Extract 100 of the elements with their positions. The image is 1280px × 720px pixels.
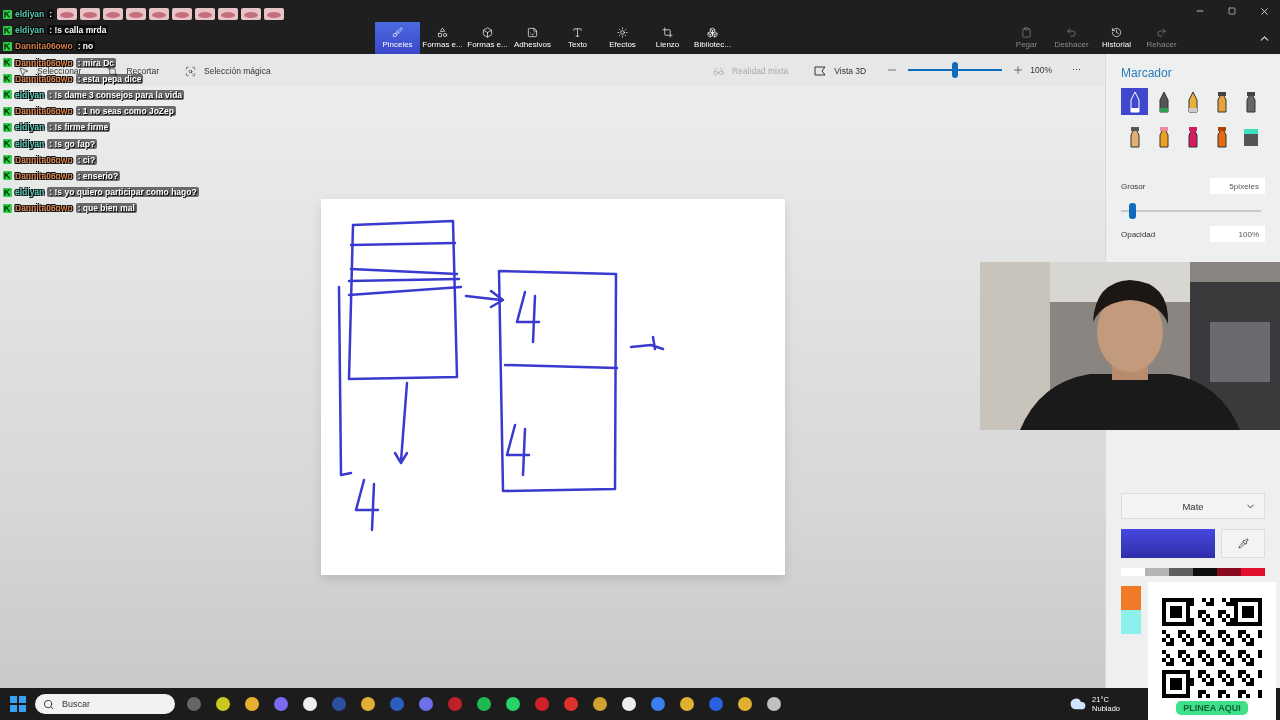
- chat-message: : !s yo quiero participar como hago?: [47, 187, 199, 198]
- app-icon[interactable]: [766, 696, 782, 712]
- app-icon[interactable]: [244, 696, 260, 712]
- palette-swatch[interactable]: [1121, 568, 1145, 576]
- chat-message: : no: [75, 41, 96, 52]
- ribbon-tab[interactable]: Lienzo: [645, 22, 690, 54]
- flag-icon: [814, 66, 827, 76]
- palette-swatch[interactable]: [1145, 568, 1169, 576]
- app-icon[interactable]: [621, 696, 637, 712]
- palette-swatch[interactable]: [1121, 586, 1141, 610]
- magic-select-icon: [185, 65, 196, 77]
- emote-icon: [195, 8, 216, 20]
- restore-icon: [1228, 7, 1236, 15]
- chat-username: Dannita06owo: [15, 106, 73, 117]
- emote-icon: [172, 8, 193, 20]
- badge-icon: [3, 203, 12, 213]
- palette-swatch[interactable]: [1169, 568, 1193, 576]
- search-field[interactable]: Buscar: [60, 698, 164, 710]
- badge-icon: [3, 106, 12, 116]
- thickness-field[interactable]: 5píxeles: [1210, 178, 1265, 194]
- select-tool-button[interactable]: Recortar: [101, 66, 165, 76]
- chat-username: Dannita06owo: [15, 57, 73, 68]
- badge-icon: [3, 187, 12, 197]
- chat-username: Dannita06owo: [15, 41, 73, 52]
- clipboard-icon: [1021, 27, 1032, 38]
- cubes-icon: [707, 27, 718, 38]
- ribbon-tab[interactable]: Formas e...: [420, 22, 465, 54]
- palette-swatch[interactable]: [1241, 568, 1265, 576]
- search-box[interactable]: Buscar: [35, 694, 175, 714]
- chat-message: : esta pepa dice: [75, 73, 144, 84]
- badge-icon: [3, 90, 12, 100]
- chat-username: eldiyan: [15, 122, 45, 133]
- sticker-icon: [527, 27, 538, 38]
- emote-icon: [218, 8, 239, 20]
- zoom-in-icon[interactable]: [1012, 64, 1025, 76]
- ribbon-tab[interactable]: Bibliotec...: [690, 22, 735, 54]
- more-button[interactable]: ⋯: [1072, 65, 1081, 75]
- app-icon[interactable]: [737, 696, 753, 712]
- brush-icon: [392, 27, 403, 38]
- emote-icon: [103, 8, 124, 20]
- ribbon-action-button[interactable]: Historial: [1094, 22, 1139, 54]
- chat-message: : que bien mal: [75, 203, 137, 214]
- palette-swatch[interactable]: [1193, 568, 1217, 576]
- chat-message: : !s firme firme: [47, 122, 111, 133]
- badge-icon: [3, 25, 12, 35]
- brush-option[interactable]: [1121, 88, 1148, 115]
- chat-message: :: [47, 9, 55, 19]
- app-icon[interactable]: [505, 696, 521, 712]
- cloud-icon: [1070, 696, 1087, 712]
- current-color-swatch[interactable]: [1121, 529, 1215, 558]
- chat-username: eldiyan: [15, 25, 45, 36]
- emote-icon: [241, 8, 262, 20]
- chat-message: : ci?: [75, 154, 98, 165]
- chat-username: Dannita06owo: [15, 170, 73, 181]
- app-icon[interactable]: [592, 696, 608, 712]
- emote-icon: [57, 8, 78, 20]
- ribbon-tab[interactable]: Formas e...: [465, 22, 510, 54]
- badge-icon: [3, 74, 12, 84]
- chat-message: : mira Dc: [75, 57, 116, 68]
- app-icon[interactable]: [679, 696, 695, 712]
- redo-icon: [1156, 27, 1167, 38]
- opacity-field[interactable]: 100%: [1210, 226, 1265, 242]
- chat-username: Dannita06owo: [15, 203, 73, 214]
- badge-icon: [3, 58, 12, 68]
- undo-icon: [1066, 27, 1077, 38]
- app-icon[interactable]: [360, 696, 376, 712]
- palette-swatch[interactable]: [1217, 568, 1241, 576]
- crop-icon: [107, 65, 119, 77]
- history-icon: [1111, 27, 1122, 38]
- app-icon[interactable]: [215, 696, 231, 712]
- emote-icon: [80, 8, 101, 20]
- crop-icon: [662, 27, 673, 38]
- select-tool-button[interactable]: Selección mágica: [179, 66, 277, 76]
- view-3d-button[interactable]: Vista 3D: [808, 66, 873, 76]
- emote-icon: [126, 8, 147, 20]
- ribbon-tab[interactable]: Texto: [555, 22, 600, 54]
- ribbon-tab[interactable]: Efectos: [600, 22, 645, 54]
- emote-icon: [149, 8, 170, 20]
- app-icon[interactable]: [302, 696, 318, 712]
- ribbon-tab[interactable]: Pinceles: [375, 22, 420, 54]
- palette-swatch[interactable]: [1121, 610, 1141, 634]
- thickness-slider-thumb[interactable]: [1129, 203, 1137, 219]
- app-icon[interactable]: [476, 696, 492, 712]
- chat-message: : !s dame 3 consejos para la vida: [47, 89, 185, 100]
- ribbon-tab[interactable]: Adhesivos: [510, 22, 555, 54]
- zoom-slider-thumb[interactable]: [952, 62, 959, 78]
- opacity-label: Opacidad: [1121, 229, 1156, 239]
- qr-code-icon: [1162, 598, 1262, 698]
- text-icon: [572, 27, 583, 38]
- windows-start-icon[interactable]: [10, 696, 26, 712]
- badge-icon: [3, 9, 12, 19]
- badge-icon: [3, 155, 12, 165]
- finish-dropdown[interactable]: Mate: [1121, 493, 1265, 519]
- badge-icon: [3, 171, 12, 181]
- emote-icon: [264, 8, 285, 20]
- chat-message: : !s calla mrda: [47, 25, 109, 36]
- cursor-icon: [18, 65, 29, 77]
- select-tool-button[interactable]: Seleccionar: [12, 66, 88, 76]
- shapes-icon: [437, 27, 448, 38]
- close-icon: [1258, 5, 1270, 17]
